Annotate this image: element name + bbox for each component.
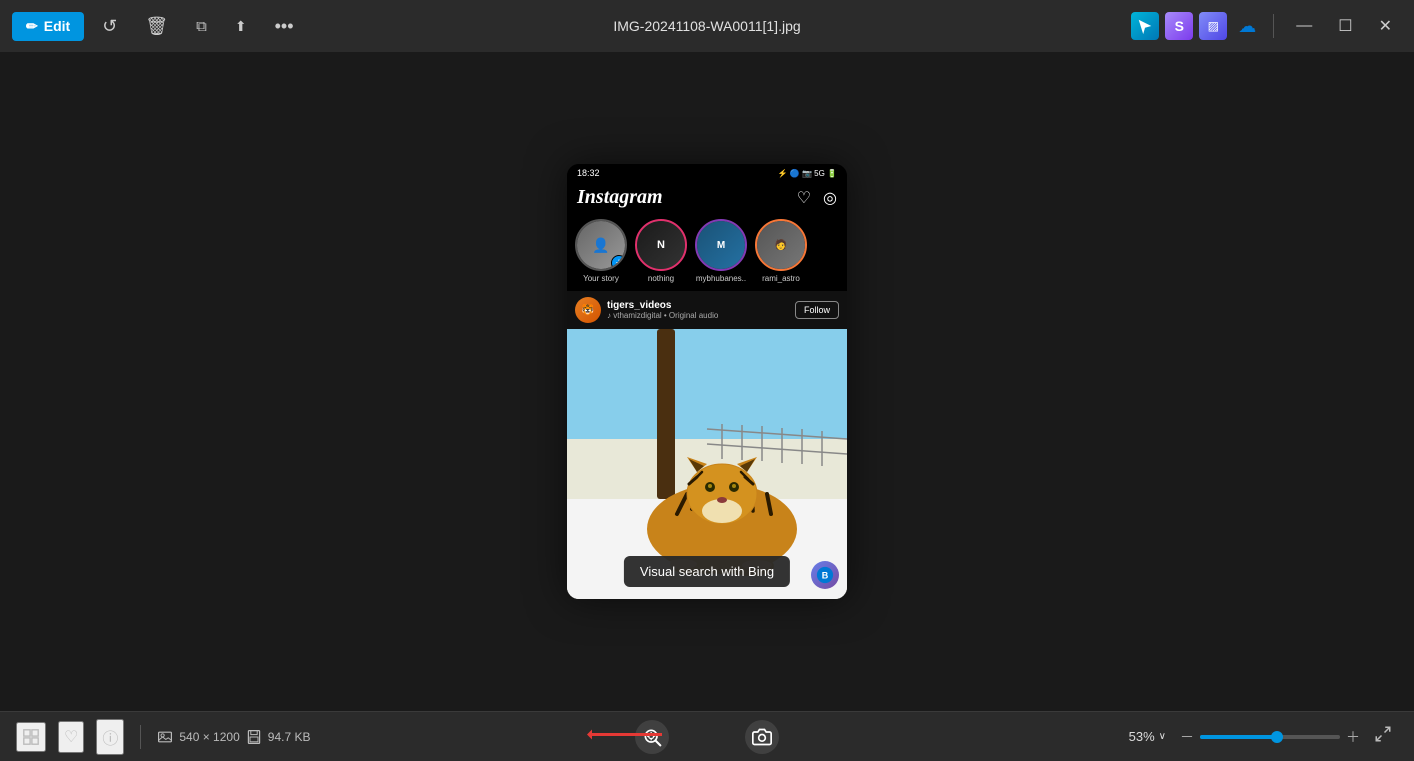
frame-icon — [22, 728, 40, 746]
post-user-info: tigers_videos ♪ vthamizdigital • Origina… — [607, 300, 718, 320]
image-icon — [157, 729, 173, 745]
post-subtitle: ♪ vthamizdigital • Original audio — [607, 311, 718, 320]
edit-icon: ✏ — [26, 18, 38, 35]
zoom-percentage: 53% — [1129, 729, 1155, 744]
favorite-button[interactable]: ♡ — [58, 721, 84, 753]
edit-button[interactable]: ✏ Edit — [12, 12, 84, 41]
rami-astro-avatar: 🧑 — [755, 219, 807, 271]
close-button[interactable]: ✕ — [1369, 12, 1402, 40]
image-info: 540 × 1200 94.7 KB — [157, 729, 310, 745]
top-bar: ✏ Edit ↺ 🗑 ⧉ ⬆ ••• IMG-20241108-WA0011[1… — [0, 0, 1414, 52]
delete-icon: 🗑 — [145, 16, 168, 37]
main-content: 18:32 ⚡ 🔵 📷 5G 🔋 Instagram ♡ ◎ 👤 + Your … — [0, 52, 1414, 711]
onedrive-icon: ☁ — [1238, 16, 1256, 37]
zoom-slider-fill — [1200, 735, 1277, 739]
more-button[interactable]: ••• — [265, 10, 304, 43]
zoom-slider-thumb[interactable] — [1271, 731, 1283, 743]
photo-viewer-image: 18:32 ⚡ 🔵 📷 5G 🔋 Instagram ♡ ◎ 👤 + Your … — [567, 164, 847, 599]
zoom-out-icon[interactable]: － — [1180, 727, 1194, 747]
bottom-right-tools: 53% ∨ － ＋ — [1123, 721, 1398, 752]
purple-app-icon: S — [1175, 18, 1184, 34]
follow-button[interactable]: Follow — [795, 301, 839, 319]
nothing-label: nothing — [648, 274, 674, 283]
rotate-button[interactable]: ↺ — [92, 10, 127, 43]
bing-logo-icon: B — [816, 566, 834, 584]
bottom-separator-1 — [140, 725, 141, 749]
toolbar-right: S ▨ ☁ — ☐ ✕ — [1131, 12, 1402, 40]
camera-icon — [752, 727, 772, 747]
red-arrow-svg — [587, 724, 667, 744]
camera-button[interactable] — [745, 720, 779, 754]
post-user-avatar: 🐯 — [575, 297, 601, 323]
svg-text:B: B — [822, 571, 829, 581]
messenger-icon: ◎ — [823, 188, 837, 208]
snip-icon — [1136, 17, 1154, 35]
instagram-header-icons: ♡ ◎ — [797, 188, 837, 208]
post-image: Visual search with Bing B — [567, 329, 847, 599]
post-username: tigers_videos — [607, 300, 718, 311]
rotate-icon: ↺ — [102, 16, 117, 37]
maximize-button[interactable]: ☐ — [1328, 12, 1362, 40]
image-dimensions: 540 × 1200 — [179, 730, 239, 744]
story-item-mybhubaneswar[interactable]: M mybhubanes.. — [695, 219, 747, 283]
zoom-in-icon[interactable]: ＋ — [1346, 727, 1360, 747]
share-icon: ⬆ — [235, 18, 247, 35]
your-story-label: Your story — [583, 274, 619, 283]
expand-icon — [1374, 725, 1392, 743]
instagram-status-bar: 18:32 ⚡ 🔵 📷 5G 🔋 — [567, 164, 847, 182]
instagram-logo: Instagram — [577, 186, 663, 209]
app-icon-purple2[interactable]: ▨ — [1199, 12, 1227, 40]
bing-avatar: B — [811, 561, 839, 589]
minimize-button[interactable]: — — [1286, 13, 1322, 39]
story-item-your-story[interactable]: 👤 + Your story — [575, 219, 627, 283]
bottom-center-tools — [635, 720, 779, 754]
delete-button[interactable]: 🗑 — [135, 10, 178, 43]
zoom-slider[interactable] — [1200, 735, 1340, 739]
info-icon: ⓘ — [102, 725, 118, 749]
heart-icon: ♡ — [64, 727, 78, 747]
window-title: IMG-20241108-WA0011[1].jpg — [613, 18, 800, 34]
zoom-chevron-icon: ∨ — [1159, 731, 1166, 742]
zoom-level-display[interactable]: 53% ∨ — [1123, 725, 1172, 748]
stories-row: 👤 + Your story N nothing M — [567, 215, 847, 291]
save-icon — [246, 729, 262, 745]
frame-button[interactable] — [16, 722, 46, 752]
toolbar-left: ✏ Edit ↺ 🗑 ⧉ ⬆ ••• — [12, 10, 304, 43]
file-size: 94.7 KB — [268, 730, 311, 744]
app-icon-onedrive[interactable]: ☁ — [1233, 12, 1261, 40]
duplicate-button[interactable]: ⧉ — [186, 12, 217, 41]
story-add-icon: + — [611, 255, 627, 271]
red-arrow-indicator — [587, 724, 667, 749]
story-item-nothing[interactable]: N nothing — [635, 219, 687, 283]
app-icon-purple[interactable]: S — [1165, 12, 1193, 40]
post-header: 🐯 tigers_videos ♪ vthamizdigital • Origi… — [567, 291, 847, 329]
your-story-avatar: 👤 + — [575, 219, 627, 271]
info-button[interactable]: ⓘ — [96, 719, 124, 755]
bottom-bar: ♡ ⓘ 540 × 1200 94.7 KB — [0, 711, 1414, 761]
edit-label: Edit — [44, 18, 70, 34]
fullscreen-button[interactable] — [1368, 721, 1398, 752]
purple2-app-icon: ▨ — [1208, 19, 1219, 33]
heart-icon: ♡ — [797, 188, 811, 208]
mybhubaneswar-label: mybhubanes.. — [696, 274, 746, 283]
app-icon-snip[interactable] — [1131, 12, 1159, 40]
rami-astro-label: rami_astro — [762, 274, 800, 283]
share-button[interactable]: ⬆ — [225, 12, 257, 41]
mybhubaneswar-avatar: M — [695, 219, 747, 271]
tiger-scene-svg — [567, 329, 847, 599]
instagram-header: Instagram ♡ ◎ — [567, 182, 847, 215]
story-item-rami-astro[interactable]: 🧑 rami_astro — [755, 219, 807, 283]
more-icon: ••• — [275, 16, 294, 37]
duplicate-icon: ⧉ — [196, 18, 207, 35]
status-icons: ⚡ 🔵 📷 5G 🔋 — [778, 169, 837, 178]
zoom-controls: － ＋ — [1180, 727, 1360, 747]
nothing-avatar: N — [635, 219, 687, 271]
status-time: 18:32 — [577, 168, 600, 178]
separator — [1273, 14, 1274, 38]
